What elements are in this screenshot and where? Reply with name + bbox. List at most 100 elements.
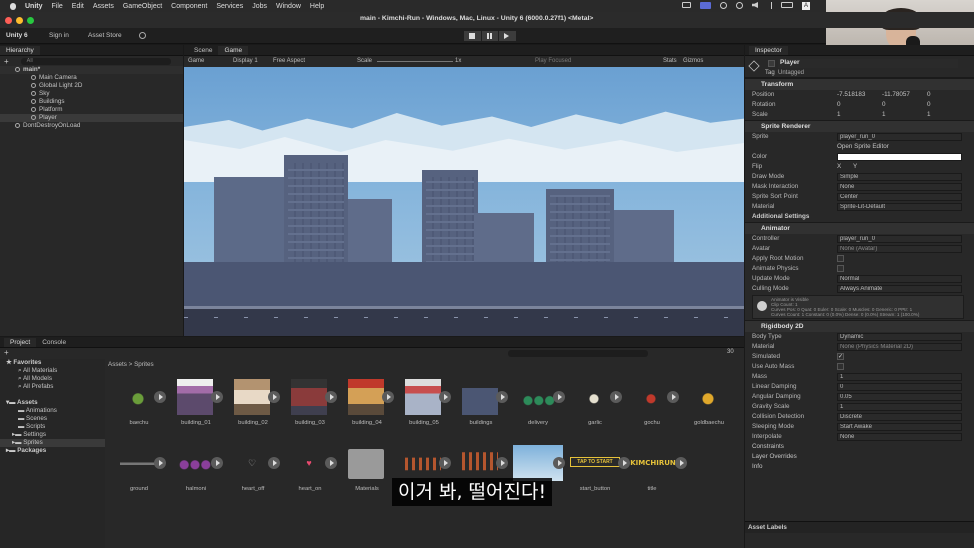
pos-x[interactable]: -7.518183 — [837, 90, 882, 100]
folder-animations[interactable]: ▬ Animations — [0, 407, 105, 415]
tab-scene[interactable]: Scene — [188, 46, 218, 55]
hierarchy-item-platform[interactable]: Platform — [0, 106, 183, 114]
project-search[interactable] — [508, 350, 648, 357]
tab-game[interactable]: Game — [218, 46, 249, 55]
menu-assets[interactable]: Assets — [93, 3, 114, 10]
tab-inspector[interactable]: Inspector — [749, 46, 788, 55]
tag-dropdown[interactable]: Untagged — [778, 70, 804, 76]
auto-mass-checkbox[interactable] — [837, 363, 844, 370]
simulated-checkbox[interactable]: ✓ — [837, 353, 844, 360]
additional-settings-row[interactable]: Additional Settings — [745, 212, 974, 222]
info-row[interactable]: Info — [745, 462, 974, 472]
menu-gameobject[interactable]: GameObject — [123, 3, 162, 10]
expand-icon[interactable] — [154, 391, 166, 403]
hierarchy-item-global-light[interactable]: Global Light 2D — [0, 82, 183, 90]
asset-building-02[interactable]: building_02 — [228, 379, 280, 437]
asset-buildings[interactable]: buildings — [456, 379, 508, 437]
transform-header[interactable]: Transform — [745, 78, 974, 90]
play-button[interactable] — [464, 31, 481, 41]
game-viewport[interactable] — [184, 67, 744, 336]
tab-console[interactable]: Console — [36, 338, 72, 347]
hierarchy-item-buildings[interactable]: Buildings — [0, 98, 183, 106]
packages-root[interactable]: ▸▬ Packages — [0, 447, 105, 455]
scale-z[interactable]: 1 — [927, 110, 931, 120]
constraints-foldout[interactable]: Constraints — [752, 442, 784, 452]
pause-button[interactable] — [481, 31, 499, 41]
sign-in-button[interactable]: Sign in — [49, 32, 69, 39]
expand-icon[interactable] — [610, 391, 622, 403]
expand-icon[interactable] — [268, 391, 280, 403]
menu-services[interactable]: Services — [216, 3, 243, 10]
asset-garlic[interactable]: garlic — [570, 379, 622, 437]
menu-help[interactable]: Help — [310, 3, 324, 10]
layer-overrides-row[interactable]: Layer Overrides — [745, 452, 974, 462]
cloud-settings-icon[interactable] — [139, 32, 146, 39]
gizmos-button[interactable]: Gizmos — [683, 58, 708, 64]
hierarchy-item-sky[interactable]: Sky — [0, 90, 183, 98]
folder-settings[interactable]: ▸▬ Settings — [0, 431, 105, 439]
active-checkbox[interactable] — [768, 60, 775, 67]
expand-icon[interactable] — [211, 391, 223, 403]
constraints-row[interactable]: Constraints — [745, 442, 974, 452]
aspect-dropdown[interactable]: Free Aspect — [273, 58, 357, 64]
asset-heart-off[interactable]: ♡ heart_off — [228, 445, 280, 503]
expand-icon[interactable] — [675, 457, 687, 469]
rot-y[interactable]: 0 — [882, 100, 927, 110]
open-sprite-editor-button[interactable]: Open Sprite Editor — [837, 142, 889, 152]
game-mode-dropdown[interactable]: Game — [188, 58, 233, 64]
menu-edit[interactable]: Edit — [72, 3, 84, 10]
fav-all-models[interactable]: ⌕ All Models — [0, 375, 105, 383]
maximize-window-icon[interactable] — [27, 16, 34, 24]
expand-icon[interactable] — [667, 391, 679, 403]
favorites-row[interactable]: ★ Favorites — [0, 359, 105, 367]
asset-building-03[interactable]: building_03 — [285, 379, 337, 437]
expand-icon[interactable] — [439, 457, 451, 469]
rigidbody-header[interactable]: Rigidbody 2D — [745, 320, 974, 332]
folder-sprites[interactable]: ▸▬ Sprites — [0, 439, 105, 447]
rot-z[interactable]: 0 — [927, 100, 931, 110]
expand-icon[interactable] — [496, 391, 508, 403]
asset-materials-folder[interactable]: Materials — [342, 445, 392, 503]
material-field[interactable]: Sprite-Lit-Default — [837, 203, 962, 211]
mass-field[interactable]: 1 — [837, 373, 962, 381]
asset-ground[interactable]: ground — [114, 445, 166, 503]
rb-material-field[interactable]: None (Physics Material 2D) — [837, 343, 962, 351]
bluetooth-icon[interactable] — [767, 2, 772, 9]
animate-physics-checkbox[interactable] — [837, 265, 844, 272]
root-motion-checkbox[interactable] — [837, 255, 844, 262]
menu-file[interactable]: File — [52, 3, 63, 10]
asset-labels-bar[interactable]: Asset Labels — [745, 521, 974, 533]
expand-icon[interactable] — [325, 457, 337, 469]
asset-delivery[interactable]: delivery — [513, 379, 565, 437]
video-icon[interactable] — [682, 2, 691, 8]
expand-icon[interactable] — [553, 457, 565, 469]
rot-x[interactable]: 0 — [837, 100, 882, 110]
sort-point-dropdown[interactable]: Center — [837, 193, 962, 201]
hierarchy-search[interactable]: All — [20, 57, 171, 65]
folder-scripts[interactable]: ▬ Scripts — [0, 423, 105, 431]
sleeping-dropdown[interactable]: Start Awake — [837, 423, 962, 431]
tab-project[interactable]: Project — [4, 338, 37, 347]
expand-icon[interactable] — [496, 457, 508, 469]
asset-halmoni[interactable]: halmoni — [171, 445, 223, 503]
asset-store-button[interactable]: Asset Store — [88, 32, 122, 39]
expand-icon[interactable] — [382, 391, 394, 403]
wechat-icon[interactable] — [720, 2, 727, 9]
fav-all-materials[interactable]: ⌕ All Materials — [0, 367, 105, 375]
add-icon[interactable]: + — [4, 57, 9, 66]
asset-gochu[interactable]: gochu — [627, 379, 679, 437]
menu-component[interactable]: Component — [171, 3, 207, 10]
input-badge[interactable]: A — [802, 2, 811, 10]
expand-icon[interactable] — [325, 391, 337, 403]
scale-x[interactable]: 1 — [837, 110, 882, 120]
controller-field[interactable]: player_run_0 — [837, 235, 962, 243]
expand-icon[interactable] — [154, 457, 166, 469]
folder-scenes[interactable]: ▬ Scenes — [0, 415, 105, 423]
draw-mode-dropdown[interactable]: Simple — [837, 173, 962, 181]
culling-dropdown[interactable]: Always Animate — [837, 285, 962, 293]
pos-z[interactable]: 0 — [927, 90, 931, 100]
scene-row[interactable]: main* — [0, 66, 183, 74]
tab-hierarchy[interactable]: Hierarchy — [0, 46, 40, 55]
asset-goldbaechu[interactable]: goldbaechu — [684, 379, 734, 437]
menu-jobs[interactable]: Jobs — [252, 3, 267, 10]
